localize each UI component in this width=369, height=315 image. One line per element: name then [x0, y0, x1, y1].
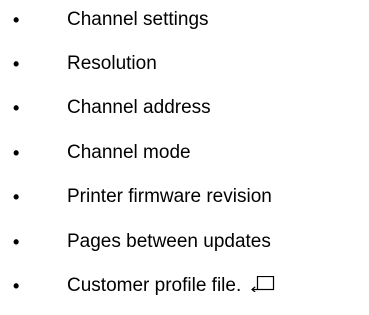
bullet: •	[13, 10, 20, 30]
bullet: •	[13, 54, 20, 74]
list-item: • Printer firmware revision	[0, 182, 369, 212]
list-item-label: Printer firmware revision	[67, 186, 272, 207]
list-item-label: Channel address	[67, 97, 211, 118]
bullet: •	[13, 276, 20, 296]
list-item-label: Resolution	[67, 53, 157, 74]
list-item: • Channel mode	[0, 138, 369, 168]
list-item: • Resolution	[0, 49, 369, 79]
bullet: •	[13, 98, 20, 118]
bullet: •	[13, 187, 20, 207]
return-arrow-box-icon	[251, 276, 275, 292]
list-item-text: Customer profile file.	[67, 275, 242, 296]
bullet: •	[13, 232, 20, 252]
list-item-label: Channel settings	[67, 9, 209, 30]
list-item-label: Pages between updates	[67, 231, 271, 252]
list-item: • Pages between updates	[0, 227, 369, 257]
list-item: • Customer profile file.	[0, 271, 369, 301]
list-item: • Channel address	[0, 93, 369, 123]
list-item-label: Customer profile file.	[67, 271, 275, 301]
bullet-list: • Channel settings • Resolution • Channe…	[0, 0, 369, 315]
list-item: • Channel settings	[0, 5, 369, 35]
bullet: •	[13, 143, 20, 163]
list-item-label: Channel mode	[67, 142, 191, 163]
